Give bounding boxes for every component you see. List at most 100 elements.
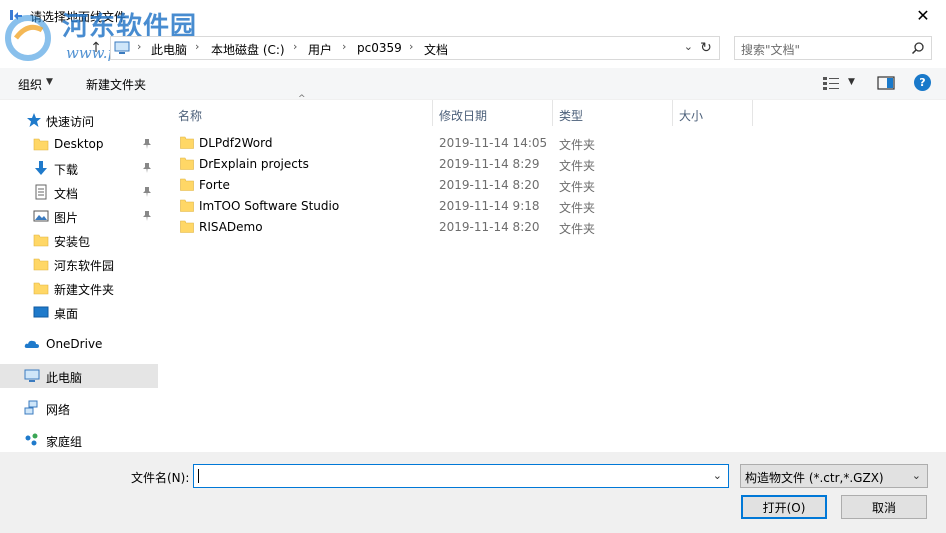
dialog-footer: 文件名(N): ⌄ 构造物文件 (*.ctr,*.GZX) ⌄ 打开(O) 取消: [0, 452, 946, 533]
network-icon: [24, 400, 38, 415]
file-type: 文件夹: [559, 222, 596, 236]
breadcrumb-local-disk[interactable]: 本地磁盘 (C:): [211, 41, 285, 58]
table-row[interactable]: Forte 2019-11-14 8:20 文件夹: [160, 175, 946, 196]
close-button[interactable]: ✕: [900, 0, 946, 30]
sidebar-item-documents[interactable]: 文档: [0, 180, 158, 204]
open-button[interactable]: 打开(O): [741, 495, 827, 519]
dialog-title: 请选择地面线文件: [30, 10, 127, 24]
refresh-icon[interactable]: ↻: [697, 39, 715, 57]
file-date: 2019-11-14 14:05: [439, 136, 548, 150]
sidebar-item-network[interactable]: 网络: [0, 396, 158, 420]
pin-icon[interactable]: [142, 162, 152, 174]
up-button[interactable]: ↑: [86, 38, 106, 58]
table-row[interactable]: ImTOO Software Studio 2019-11-14 9:18 文件…: [160, 196, 946, 217]
filename-input[interactable]: ⌄: [193, 464, 729, 488]
file-type: 文件夹: [559, 138, 596, 152]
organize-button[interactable]: 组织: [18, 76, 42, 93]
download-icon: [35, 161, 47, 175]
sidebar-item-pictures[interactable]: 图片: [0, 204, 158, 228]
pin-icon[interactable]: [142, 138, 152, 150]
computer-icon: [24, 369, 40, 382]
file-date: 2019-11-14 9:18: [439, 199, 540, 213]
computer-icon: [114, 41, 130, 54]
file-name: DrExplain projects: [199, 157, 309, 171]
sidebar-item-onedrive[interactable]: OneDrive: [0, 332, 158, 356]
chevron-down-icon[interactable]: ⌄: [713, 469, 722, 482]
breadcrumb-separator[interactable]: ›: [195, 40, 199, 53]
folder-icon: [180, 178, 194, 191]
chevron-down-icon: ⌄: [911, 469, 921, 482]
pin-icon[interactable]: [142, 186, 152, 198]
help-icon: ?: [919, 76, 926, 89]
cancel-button-label: 取消: [871, 500, 896, 515]
folder-icon: [180, 199, 194, 212]
sidebar-item-label: 快速访问: [46, 115, 95, 129]
breadcrumb-users[interactable]: 用户: [308, 41, 332, 58]
column-header-label: 名称: [178, 109, 203, 123]
column-header-name[interactable]: ^ 名称: [160, 94, 433, 126]
folder-icon: [33, 282, 49, 295]
file-type: 文件夹: [559, 201, 596, 215]
column-header-date[interactable]: 修改日期: [433, 100, 553, 126]
file-name: RISADemo: [199, 220, 263, 234]
file-type: 文件夹: [559, 159, 596, 173]
search-input[interactable]: 搜索"文档": [734, 36, 932, 60]
new-folder-button[interactable]: 新建文件夹: [86, 76, 146, 93]
view-options-icon[interactable]: [822, 75, 840, 91]
filetype-select[interactable]: 构造物文件 (*.ctr,*.GZX) ⌄: [740, 464, 928, 488]
filename-label: 文件名(N):: [131, 471, 190, 485]
cancel-button[interactable]: 取消: [841, 495, 927, 519]
sidebar-item-quick-access[interactable]: 快速访问: [0, 108, 158, 132]
sidebar-item-desktop-cn[interactable]: 桌面: [0, 300, 158, 324]
table-row[interactable]: RISADemo 2019-11-14 8:20 文件夹: [160, 217, 946, 238]
file-name: Forte: [199, 178, 230, 192]
sidebar-item-this-pc[interactable]: 此电脑: [0, 364, 158, 388]
address-bar[interactable]: › 此电脑 › 本地磁盘 (C:) › 用户 › pc0359 › 文档 ⌄ ↻: [110, 36, 720, 60]
sidebar-item-homegroup[interactable]: 家庭组: [0, 428, 158, 452]
cloud-icon: [24, 340, 39, 348]
filetype-value: 构造物文件 (*.ctr,*.GZX): [745, 471, 884, 485]
sidebar-item-downloads[interactable]: 下载: [0, 156, 158, 180]
table-row[interactable]: DrExplain projects 2019-11-14 8:29 文件夹: [160, 154, 946, 175]
column-header-size[interactable]: 大小: [673, 100, 753, 126]
sidebar-item-label: 新建文件夹: [54, 283, 115, 297]
sidebar-item-label: 网络: [46, 403, 71, 417]
breadcrumb-documents[interactable]: 文档: [424, 41, 448, 58]
sidebar-item-new-folder[interactable]: 新建文件夹: [0, 276, 158, 300]
folder-icon: [33, 258, 49, 271]
sidebar-item-label: Desktop: [54, 137, 104, 151]
breadcrumb-separator[interactable]: ›: [293, 40, 297, 53]
sidebar-item-hedong[interactable]: 河东软件园: [0, 252, 158, 276]
search-placeholder: 搜索"文档": [741, 43, 801, 57]
chevron-down-icon[interactable]: ▼: [46, 77, 53, 87]
sidebar-item-packages[interactable]: 安装包: [0, 228, 158, 252]
folder-icon: [33, 234, 49, 247]
file-name: ImTOO Software Studio: [199, 199, 340, 213]
sort-ascending-icon: ^: [298, 94, 306, 104]
address-history-dropdown[interactable]: ⌄: [684, 40, 693, 53]
column-header-label: 修改日期: [439, 109, 488, 123]
breadcrumb-separator[interactable]: ›: [409, 40, 413, 53]
folder-icon: [33, 138, 49, 151]
desktop-icon: [33, 306, 49, 318]
sidebar-item-desktop[interactable]: Desktop: [0, 132, 158, 156]
sidebar-item-label: 河东软件园: [54, 259, 115, 273]
table-row[interactable]: DLPdf2Word 2019-11-14 14:05 文件夹: [160, 133, 946, 154]
sidebar-item-label: 桌面: [54, 307, 79, 321]
column-header-label: 类型: [559, 109, 584, 123]
pin-icon[interactable]: [142, 210, 152, 222]
preview-pane-icon[interactable]: [877, 75, 895, 91]
breadcrumb-separator[interactable]: ›: [342, 40, 346, 53]
view-dropdown-icon[interactable]: ▼: [848, 77, 855, 87]
column-header-type[interactable]: 类型: [553, 100, 673, 126]
picture-icon: [33, 210, 49, 222]
file-name: DLPdf2Word: [199, 136, 273, 150]
breadcrumb-pc0359[interactable]: pc0359: [357, 41, 402, 55]
file-type: 文件夹: [559, 180, 596, 194]
sidebar-item-label: 此电脑: [46, 371, 83, 385]
breadcrumb-this-pc[interactable]: 此电脑: [151, 41, 187, 58]
help-button[interactable]: ?: [914, 74, 931, 91]
sidebar-item-label: 图片: [54, 211, 79, 225]
search-icon[interactable]: [911, 41, 925, 55]
command-bar: 组织 ▼ 新建文件夹 ▼ ?: [0, 68, 946, 100]
